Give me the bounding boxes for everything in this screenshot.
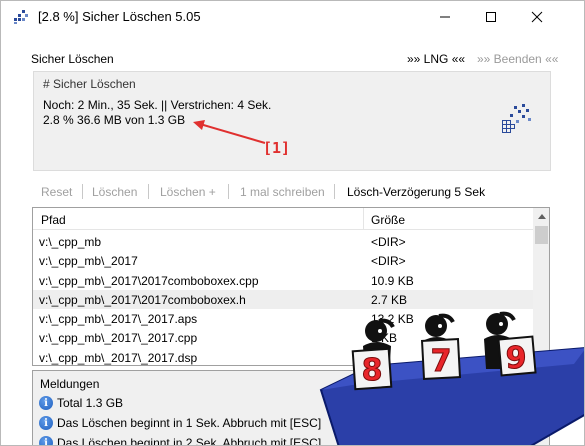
progress-group: # Sicher Löschen Noch: 2 Min., 35 Sek. |… [33,71,551,171]
score-card-3: 9 [506,341,527,376]
message-item: i Das Löschen beginnt in 2 Sek. Abbruch … [39,436,322,446]
menu-bar: Sicher Löschen »» LNG «« »» Beenden «« [1,45,584,67]
cell-size: 10.9 KB [371,273,414,288]
message-item: i Total 1.3 GB [39,396,123,410]
column-header-path[interactable]: Pfad [41,213,66,227]
toolbar-divider [334,184,335,199]
time-status: Noch: 2 Min., 35 Sek. || Verstrichen: 4 … [43,98,272,112]
annotation-label: [1] [263,139,291,157]
reset-button[interactable]: Reset [41,185,72,199]
jury-mascots-illustration: 8 7 9 [319,311,584,445]
window-title: [2.8 %] Sicher Löschen 5.05 [38,9,201,24]
list-header: Pfad Größe [33,208,533,230]
minimize-icon [440,16,450,18]
message-text: Total 1.3 GB [57,396,124,410]
maximize-button[interactable] [468,1,514,33]
column-divider[interactable] [363,208,364,230]
mascot-2: 7 [420,313,462,380]
toolbar-divider [82,184,83,199]
close-button[interactable] [514,1,560,33]
maximize-icon [486,12,496,22]
close-icon [531,11,543,23]
main-window: [2.8 %] Sicher Löschen 5.05 Sicher Lösch… [0,0,585,446]
table-row[interactable]: v:\_cpp_mb\_2017 <DIR> [33,251,533,270]
message-item: i Das Löschen beginnt in 1 Sek. Abbruch … [39,416,321,430]
title-bar[interactable]: [2.8 %] Sicher Löschen 5.05 [1,1,584,33]
info-icon: i [39,396,53,410]
cell-path: v:\_cpp_mb\_2017\2017comboboxex.h [39,292,246,307]
annotation-arrow-icon [193,120,266,144]
cell-path: v:\_cpp_mb\_2017\_2017.aps [39,312,198,327]
toolbar-divider [148,184,149,199]
write-once-button[interactable]: 1 mal schreiben [240,185,325,199]
toolbar: Reset Löschen Löschen + 1 mal schreiben … [31,182,571,202]
cell-size: <DIR> [371,235,406,249]
cell-path: v:\_cpp_mb\_2017\_2017.dsp [39,350,198,365]
cell-path: v:\_cpp_mb\_2017 [39,254,138,269]
menu-item-exit[interactable]: »» Beenden «« [477,52,558,66]
score-card-1: 8 [362,353,383,388]
column-header-size[interactable]: Größe [371,213,405,227]
info-icon: i [39,416,53,430]
shredder-animation-icon [502,104,531,133]
menu-item-app[interactable]: Sicher Löschen [31,52,114,66]
score-card-2: 7 [431,344,452,379]
cell-size: 2.7 KB [371,292,408,307]
progress-status: 2.8 % 36.6 MB von 1.3 GB [43,113,186,127]
chevron-up-icon [537,214,546,219]
mascot-3: 9 [484,311,537,377]
delete-plus-button[interactable]: Löschen + [160,185,216,199]
menu-item-language[interactable]: »» LNG «« [407,52,465,66]
messages-title: Meldungen [40,377,100,391]
cell-size: <DIR> [371,254,406,269]
info-icon: i [39,436,53,445]
toolbar-divider [228,184,229,199]
cell-path: v:\_cpp_mb\_2017\2017comboboxex.cpp [39,273,259,288]
mascot-1: 8 [351,318,395,391]
progress-group-title: # Sicher Löschen [43,77,136,91]
delete-delay-button[interactable]: Lösch-Verzögerung 5 Sek [347,185,485,199]
message-text: Das Löschen beginnt in 1 Sek. Abbruch mi… [57,416,322,430]
table-row[interactable]: v:\_cpp_mb\_2017\2017comboboxex.cpp 10.9 … [33,271,533,290]
app-icon [14,10,28,24]
message-text: Das Löschen beginnt in 2 Sek. Abbruch mi… [57,436,322,446]
table-row[interactable]: v:\_cpp_mb <DIR> [33,232,533,251]
scrollbar-thumb[interactable] [535,226,548,244]
cell-path: v:\_cpp_mb\_2017\_2017.cpp [39,331,198,346]
minimize-button[interactable] [422,1,468,33]
delete-button[interactable]: Löschen [92,185,137,199]
cell-path: v:\_cpp_mb [39,235,102,249]
scroll-up-button[interactable] [533,208,549,225]
